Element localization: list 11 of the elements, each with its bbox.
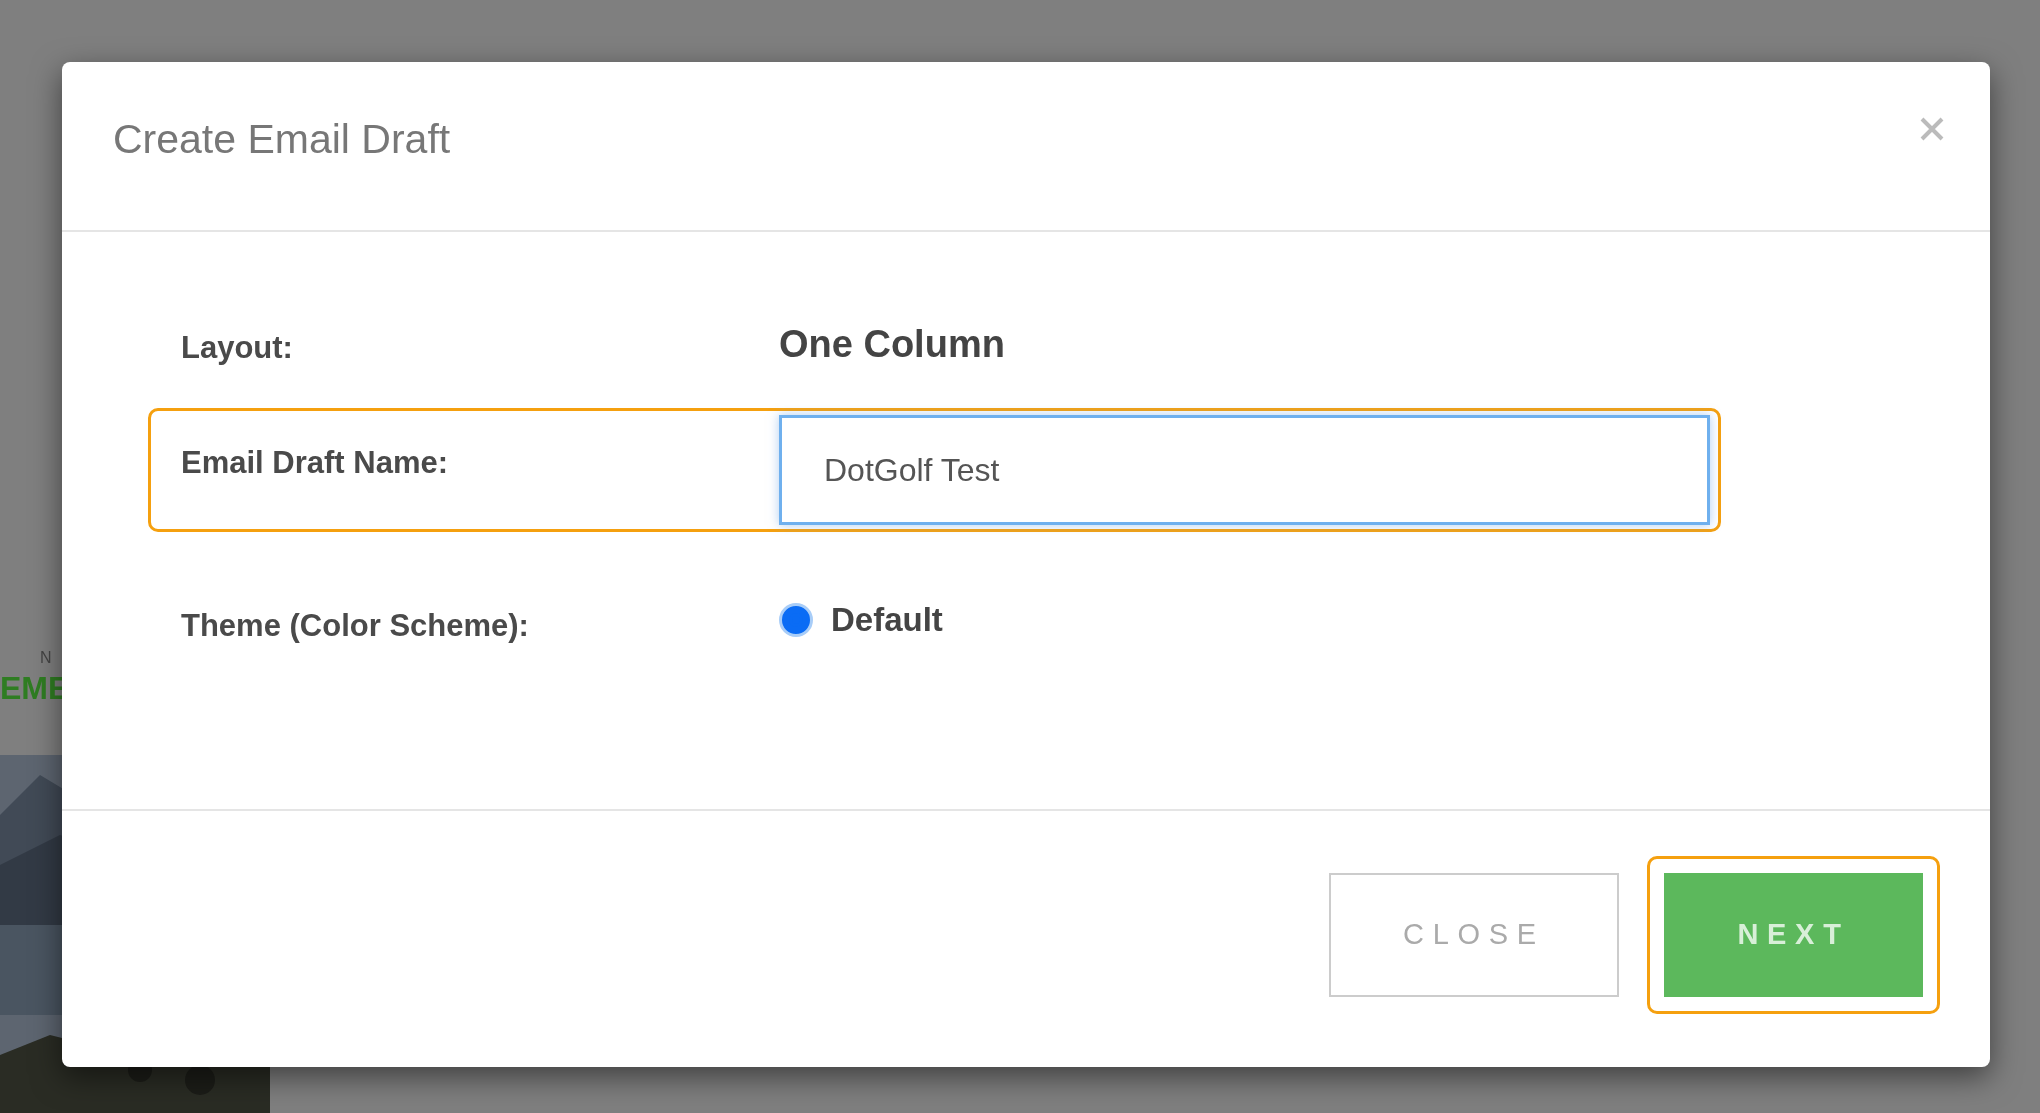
radio-button[interactable] xyxy=(779,603,813,637)
field-label: Email Draft Name: xyxy=(181,443,450,482)
radio-label: Default xyxy=(831,600,943,641)
field-label: Layout: xyxy=(181,328,294,367)
caption-text: N xyxy=(40,650,52,666)
dialog-title: Create Email Draft xyxy=(113,119,451,160)
next-button[interactable]: NEXT xyxy=(1664,873,1923,997)
layout-value: One Column xyxy=(779,321,1005,367)
field-label: Theme (Color Scheme): xyxy=(181,606,530,645)
close-button[interactable]: CLOSE xyxy=(1329,873,1619,997)
name-input[interactable]: DotGolf Test xyxy=(779,415,1710,525)
